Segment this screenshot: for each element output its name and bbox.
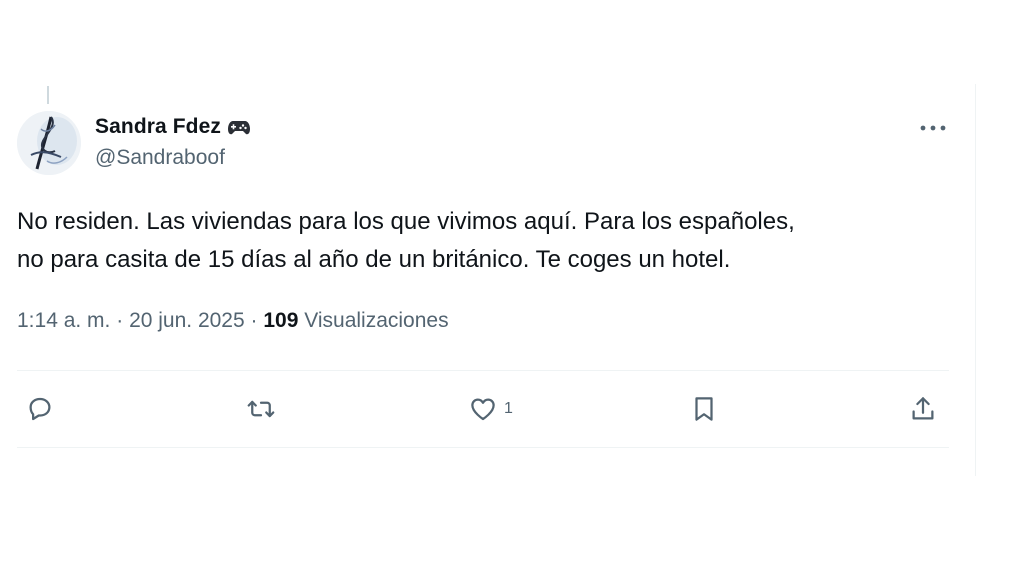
views-count: 109 [263,309,305,332]
avatar-image [17,111,81,175]
reply-button[interactable] [25,394,55,424]
gamepad-icon [227,121,250,135]
tweet-text: No residen. Las viviendas para los que v… [17,203,957,279]
author-name-row[interactable]: Sandra Fdez [95,115,251,139]
bookmark-button[interactable] [689,394,719,424]
like-button[interactable]: 1 [468,394,513,424]
retweet-button[interactable] [246,394,276,424]
action-bar: 1 [0,386,1024,432]
tweet-date[interactable]: 20 jun. 2025 [129,309,245,332]
more-options-icon [920,125,946,131]
tweet-text-line: no para casita de 15 días al año de un b… [17,246,731,273]
bookmark-icon [695,397,713,421]
like-count: 1 [504,400,513,417]
author-name[interactable]: Sandra Fdez [95,115,221,139]
meta-separator: · [116,309,130,332]
share-icon [912,397,934,420]
divider-bottom [17,447,949,448]
tweet-text-line: No residen. Las viviendas para los que v… [17,208,795,235]
meta-separator: · [250,309,264,332]
author-handle[interactable]: @Sandraboof [95,146,225,170]
more-options-button[interactable] [916,116,950,140]
avatar[interactable] [17,111,81,175]
tweet-time[interactable]: 1:14 a. m. [17,309,110,332]
reply-icon [29,397,51,421]
tweet-card: Sandra Fdez @Sandraboof No residen. Las … [0,0,1024,576]
tweet-meta: 1:14 a. m. · 20 jun. 2025 · 109 Visualiz… [17,309,449,333]
views-label: Visualizaciones [304,309,449,332]
share-button[interactable] [908,394,938,424]
divider-top [17,370,949,371]
thread-connector-line [47,86,49,104]
heart-icon [471,398,495,421]
retweet-icon [247,400,275,418]
